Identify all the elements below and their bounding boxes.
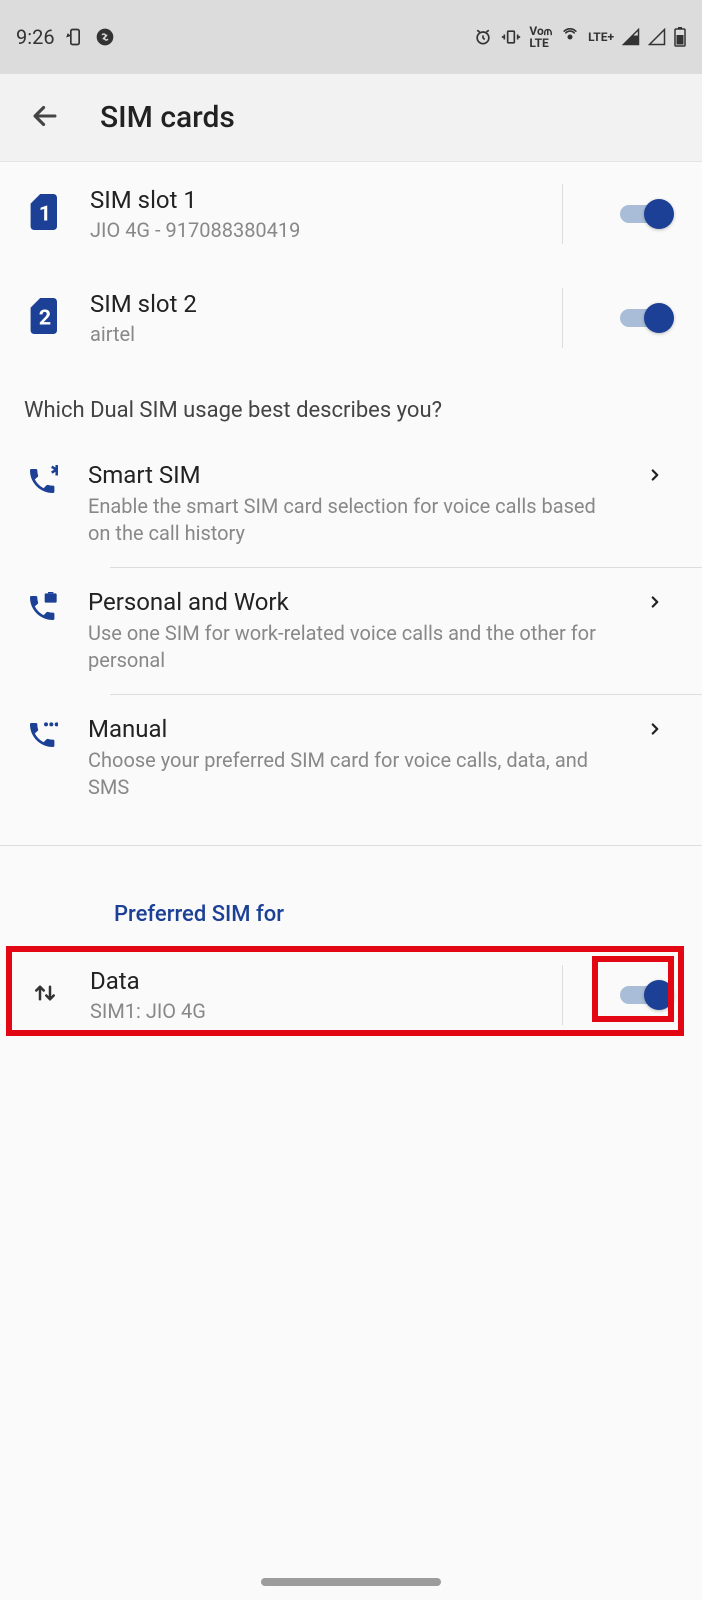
sim-1-name: SIM slot 1 (90, 186, 532, 214)
data-sim-row[interactable]: Data SIM1: JIO 4G (0, 951, 702, 1039)
svg-text:2: 2 (39, 305, 51, 330)
app-bar: SIM cards (0, 74, 702, 162)
chevron-right-icon (646, 715, 678, 743)
manual-desc: Choose your preferred SIM card for voice… (88, 747, 608, 801)
dual-sim-header: Which Dual SIM usage best describes you? (0, 370, 702, 441)
smart-sim-row[interactable]: ✱ Smart SIM Enable the smart SIM card se… (0, 441, 702, 567)
status-time: 9:26 (16, 25, 55, 49)
hotspot-icon (560, 27, 580, 47)
sim-1-sub: JIO 4G - 917088380419 (90, 218, 532, 242)
smart-sim-title: Smart SIM (88, 461, 608, 489)
personal-work-title: Personal and Work (88, 588, 608, 616)
chevron-right-icon (646, 461, 678, 489)
signal-2-icon (648, 28, 666, 46)
phone-dots-icon (24, 715, 60, 751)
data-arrows-icon (30, 978, 60, 1012)
page-title: SIM cards (100, 100, 235, 135)
sim-slot-1-row[interactable]: 1 SIM slot 1 JIO 4G - 917088380419 (0, 162, 702, 266)
sim-2-icon: 2 (30, 298, 60, 338)
volte-icon: Vo⫙LTE (529, 25, 552, 49)
manual-title: Manual (88, 715, 608, 743)
smart-sim-desc: Enable the smart SIM card selection for … (88, 493, 608, 547)
sim-1-toggle[interactable] (620, 201, 672, 227)
personal-work-row[interactable]: Personal and Work Use one SIM for work-r… (0, 568, 702, 694)
shazam-icon (95, 27, 115, 47)
manual-row[interactable]: Manual Choose your preferred SIM card fo… (0, 695, 702, 821)
sim-2-sub: airtel (90, 322, 532, 346)
preferred-sim-header: Preferred SIM for (0, 846, 702, 951)
status-bar: 9:26 Vo⫙LTE LTE+ (0, 0, 702, 74)
personal-work-desc: Use one SIM for work-related voice calls… (88, 620, 608, 674)
alarm-icon (473, 27, 493, 47)
phone-star-icon: ✱ (24, 461, 60, 497)
nav-gesture-pill[interactable] (261, 1578, 441, 1586)
sim-2-name: SIM slot 2 (90, 290, 532, 318)
back-icon[interactable] (28, 99, 62, 137)
sim-slot-2-row[interactable]: 2 SIM slot 2 airtel (0, 266, 702, 370)
sim-1-icon: 1 (30, 194, 60, 234)
data-toggle[interactable] (620, 982, 672, 1008)
battery-icon (674, 27, 686, 47)
chevron-right-icon (646, 588, 678, 616)
vibrate-icon (501, 27, 521, 47)
svg-text:1: 1 (39, 201, 51, 226)
phone-briefcase-icon (24, 588, 60, 624)
phone-rotate-icon (65, 27, 85, 47)
data-sub: SIM1: JIO 4G (90, 999, 532, 1023)
signal-1-icon (622, 28, 640, 46)
data-title: Data (90, 967, 532, 995)
svg-text:✱: ✱ (50, 465, 58, 480)
lte-plus-label: LTE+ (588, 31, 614, 43)
sim-2-toggle[interactable] (620, 305, 672, 331)
